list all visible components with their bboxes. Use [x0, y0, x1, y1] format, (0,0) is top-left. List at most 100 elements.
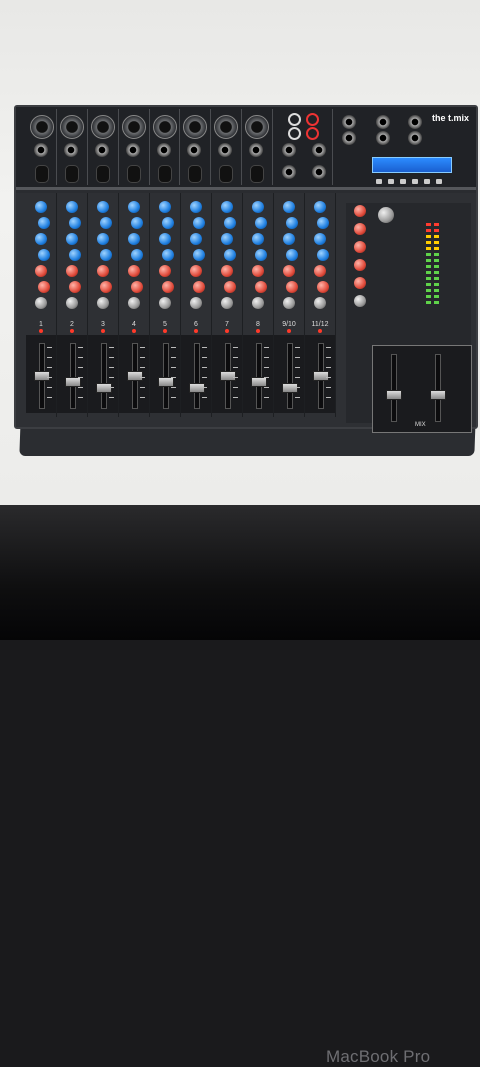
- insert-knob: [35, 165, 49, 183]
- output-jack: [376, 131, 390, 145]
- eq-knob: [317, 249, 329, 261]
- aux-knob: [252, 265, 264, 277]
- pan-knob: [128, 297, 140, 309]
- meter-led: [434, 265, 439, 268]
- eq-knob: [69, 217, 81, 229]
- aux-knob: [69, 281, 81, 293]
- player-button: [412, 179, 418, 184]
- meter-led: [434, 301, 439, 304]
- eq-knob: [162, 217, 174, 229]
- meter-led: [434, 259, 439, 262]
- peak-led: [39, 329, 43, 333]
- insert-knob: [250, 165, 264, 183]
- insert-knob: [65, 165, 79, 183]
- aux-knob: [283, 265, 295, 277]
- output-jack: [376, 115, 390, 129]
- jack-input: [312, 165, 326, 179]
- jack-input: [187, 143, 201, 157]
- aux-knob: [255, 281, 267, 293]
- eq-knob: [224, 249, 236, 261]
- eq-knob: [35, 233, 47, 245]
- aux-knob: [128, 265, 140, 277]
- channel-fader: [189, 383, 205, 393]
- fx-knob: [354, 277, 366, 289]
- fx-knob: [354, 205, 366, 217]
- meter-led: [426, 259, 431, 262]
- eq-knob: [193, 249, 205, 261]
- pan-knob: [190, 297, 202, 309]
- player-button: [436, 179, 442, 184]
- eq-knob: [224, 217, 236, 229]
- fx-knob: [354, 241, 366, 253]
- peak-led: [318, 329, 322, 333]
- pan-knob: [221, 297, 233, 309]
- pan-knob: [66, 297, 78, 309]
- eq-knob: [159, 201, 171, 213]
- channel-fader: [282, 383, 298, 393]
- output-jack: [408, 131, 422, 145]
- aux-knob: [66, 265, 78, 277]
- meter-led: [434, 247, 439, 250]
- eq-knob: [190, 233, 202, 245]
- peak-led: [163, 329, 167, 333]
- meter-led: [434, 295, 439, 298]
- xlr-input: [91, 115, 115, 139]
- audio-mixer: the t.mix 1 2 3 4 5 6 7 8 9/10 11/12 MIX: [14, 105, 478, 433]
- jack-input: [34, 143, 48, 157]
- eq-knob: [128, 201, 140, 213]
- channel-fader: [96, 383, 112, 393]
- player-button: [400, 179, 406, 184]
- eq-knob: [314, 233, 326, 245]
- meter-led: [434, 277, 439, 280]
- meter-led: [426, 241, 431, 244]
- xlr-input: [30, 115, 54, 139]
- mixer-input-panel: the t.mix: [16, 107, 476, 190]
- pan-knob: [252, 297, 264, 309]
- eq-knob: [286, 249, 298, 261]
- eq-knob: [317, 217, 329, 229]
- eq-knob: [66, 201, 78, 213]
- insert-knob: [96, 165, 110, 183]
- peak-led: [225, 329, 229, 333]
- aux-knob: [193, 281, 205, 293]
- brand-logo: the t.mix: [432, 113, 470, 123]
- aux-knob: [317, 281, 329, 293]
- pan-knob: [35, 297, 47, 309]
- player-button: [376, 179, 382, 184]
- master-fader-left: [386, 390, 402, 400]
- meter-led: [426, 271, 431, 274]
- aux-knob: [131, 281, 143, 293]
- meter-led: [426, 277, 431, 280]
- meter-led: [434, 223, 439, 226]
- player-button: [424, 179, 430, 184]
- eq-knob: [283, 233, 295, 245]
- xlr-input: [153, 115, 177, 139]
- pan-knob: [314, 297, 326, 309]
- master-label: MIX: [415, 422, 426, 428]
- aux-knob: [100, 281, 112, 293]
- meter-led: [426, 253, 431, 256]
- jack-input: [249, 143, 263, 157]
- channel-fader: [65, 377, 81, 387]
- meter-led: [434, 289, 439, 292]
- pan-knob: [283, 297, 295, 309]
- monitor-screen: the t.mix 1 2 3 4 5 6 7 8 9/10 11/12 MIX: [0, 0, 480, 510]
- aux-knob: [224, 281, 236, 293]
- eq-knob: [97, 233, 109, 245]
- master-fader-right: [430, 390, 446, 400]
- meter-led: [434, 253, 439, 256]
- peak-led: [256, 329, 260, 333]
- laptop-brand-label: MacBook Pro: [326, 1047, 431, 1066]
- meter-led: [434, 235, 439, 238]
- meter-led: [434, 229, 439, 232]
- master-knob: [378, 207, 394, 223]
- aux-knob: [314, 265, 326, 277]
- xlr-input: [60, 115, 84, 139]
- meter-led: [434, 241, 439, 244]
- eq-knob: [159, 233, 171, 245]
- eq-knob: [131, 217, 143, 229]
- rca-input: [288, 113, 301, 126]
- jack-input: [282, 165, 296, 179]
- xlr-input: [245, 115, 269, 139]
- aux-knob: [221, 265, 233, 277]
